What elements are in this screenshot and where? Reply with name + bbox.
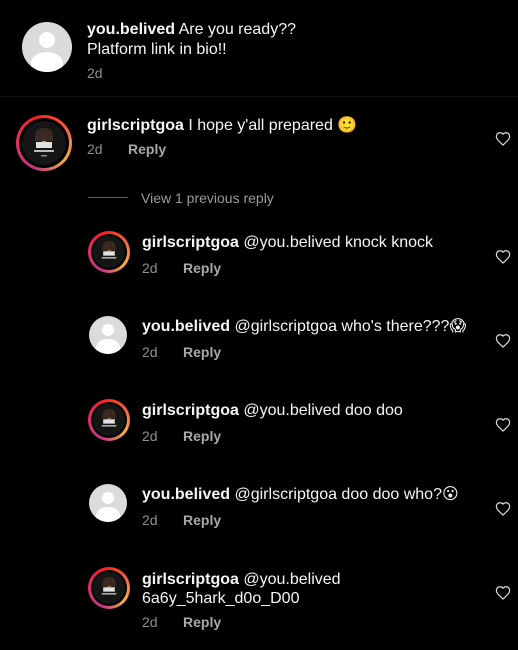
reply-username[interactable]: girlscriptgoa [142, 402, 239, 419]
reply-button[interactable]: Reply [183, 260, 221, 276]
comment-text: Are you ready?? [178, 21, 296, 38]
reply-time: 2d [142, 428, 158, 444]
reply-username[interactable]: you.belived [142, 318, 230, 335]
reply-username[interactable]: you.belived [142, 486, 230, 503]
reply-username[interactable]: girlscriptgoa [142, 234, 239, 251]
avatar[interactable] [88, 231, 130, 273]
replies-divider [88, 197, 128, 198]
avatar[interactable] [89, 316, 127, 354]
comment-time: 2d [87, 65, 103, 81]
reply-text: @girlscriptgoa who's there???😱 [234, 318, 467, 335]
reply-button[interactable]: Reply [128, 141, 166, 157]
reply-button[interactable]: Reply [183, 428, 221, 444]
heart-icon[interactable] [495, 585, 511, 601]
heart-icon[interactable] [495, 333, 511, 349]
avatar[interactable] [88, 399, 130, 441]
comment-text-line2: Platform link in bio!! [87, 41, 227, 58]
view-previous-replies-button[interactable]: View 1 previous reply [141, 190, 274, 206]
avatar[interactable] [89, 484, 127, 522]
reply-time: 2d [142, 344, 158, 360]
avatar[interactable] [22, 22, 72, 72]
comment-username[interactable]: you.belived [87, 21, 175, 38]
reply-text: @you.belived [243, 571, 341, 588]
reply-text: @you.belived doo doo [243, 402, 403, 419]
reply-username[interactable]: girlscriptgoa [142, 571, 239, 588]
heart-icon[interactable] [495, 501, 511, 517]
reply-time: 2d [142, 512, 158, 528]
reply-text-line2: 6a6y_5hark_d0o_D00 [142, 590, 300, 607]
divider [0, 96, 518, 97]
heart-icon[interactable] [495, 131, 511, 147]
reply-text: @girlscriptgoa doo doo who?😮 [234, 486, 459, 503]
reply-time: 2d [142, 260, 158, 276]
comment-username[interactable]: girlscriptgoa [87, 117, 184, 134]
reply-button[interactable]: Reply [183, 344, 221, 360]
reply-text: @you.belived knock knock [243, 234, 434, 251]
heart-icon[interactable] [495, 249, 511, 265]
reply-button[interactable]: Reply [183, 512, 221, 528]
avatar[interactable] [16, 115, 72, 171]
reply-time: 2d [142, 614, 158, 630]
reply-button[interactable]: Reply [183, 614, 221, 630]
comment-time: 2d [87, 141, 103, 157]
heart-icon[interactable] [495, 417, 511, 433]
comment-text: I hope y'all prepared 🙂 [188, 117, 358, 134]
avatar[interactable] [88, 567, 130, 609]
